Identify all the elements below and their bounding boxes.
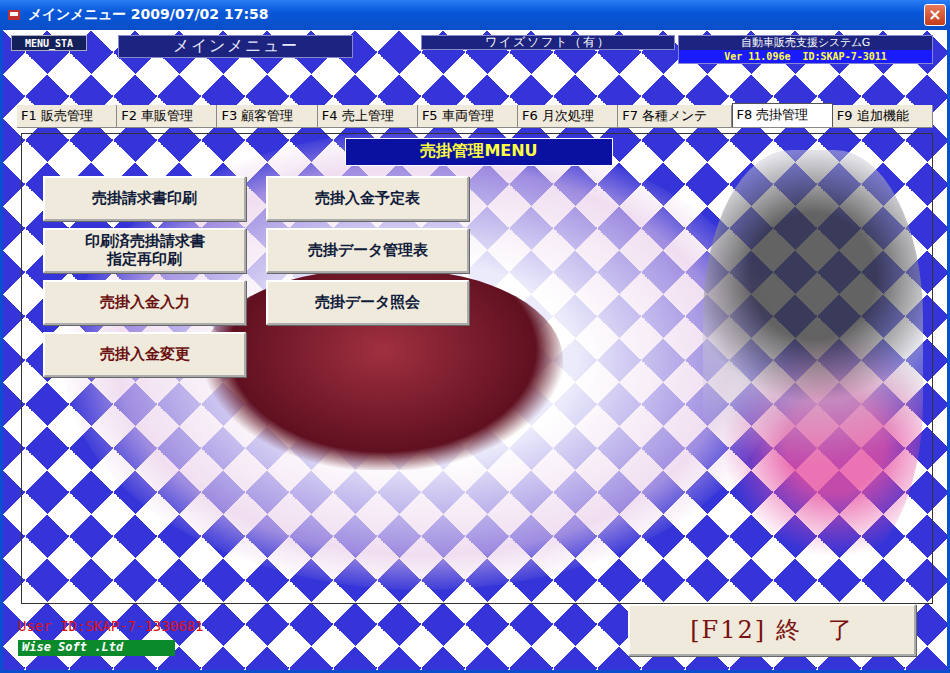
system-name: 自動車販売支援システムG <box>679 36 932 50</box>
menu-button[interactable]: 売掛データ照会 <box>266 280 469 325</box>
header-row: MENU_STAメインメニューワイズソフト（有）自動車販売支援システムGVer … <box>3 30 947 70</box>
main-window: メインメニュー 2009/07/02 17:58 × MENU_STA メインメニュー… <box>0 0 950 673</box>
main-body: MENU_STAメインメニューワイズソフト（有）自動車販売支援システムGVer … <box>3 30 947 670</box>
company-name: ワイズソフト（有） <box>421 35 675 50</box>
app-icon <box>6 7 22 23</box>
title-bar: メインメニュー 2009/07/02 17:58 × <box>0 0 950 30</box>
menu-button[interactable]: 売掛入金入力 <box>43 280 246 325</box>
tab-bar: F1 販売管理F2 車販管理F3 顧客管理F4 売上管理F5 車両管理F6 月次… <box>17 105 933 128</box>
screen-code: MENU_STA <box>11 35 87 51</box>
tab[interactable]: F5 車両管理 <box>418 105 518 127</box>
menu-button[interactable]: 売掛入金予定表 <box>266 176 469 221</box>
system-version: Ver 11.096e ID:SKAP-7-3011 <box>679 50 932 63</box>
menu-column: 売掛請求書印刷印刷済売掛請求書 指定再印刷売掛入金入力売掛入金変更 <box>43 176 246 377</box>
menu-button[interactable]: 売掛請求書印刷 <box>43 176 246 221</box>
close-button[interactable]: × <box>924 4 946 26</box>
menu-button[interactable]: 売掛データ管理表 <box>266 228 469 273</box>
brand-label: Wise Soft .Ltd <box>18 640 175 656</box>
tab[interactable]: F8 売掛管理 <box>732 103 833 127</box>
tab[interactable]: F7 各種メンテ <box>618 105 731 127</box>
system-info: 自動車販売支援システムGVer 11.096e ID:SKAP-7-3011 <box>678 35 933 64</box>
tires-photo <box>703 150 923 570</box>
tab[interactable]: F2 車販管理 <box>117 105 217 127</box>
tab[interactable]: F4 売上管理 <box>318 105 418 127</box>
exit-button[interactable]: [F12] 終 了 <box>628 604 916 656</box>
user-id: User ID:SKAP-7-1330681 <box>18 618 203 634</box>
tab[interactable]: F1 販売管理 <box>17 105 117 127</box>
window-title: メインメニュー 2009/07/02 17:58 <box>28 6 918 24</box>
menu-title: 売掛管理MENU <box>345 138 613 166</box>
tab[interactable]: F6 月次処理 <box>518 105 618 127</box>
menu-button[interactable]: 印刷済売掛請求書 指定再印刷 <box>43 228 246 273</box>
menu-panel: 売掛管理MENU 売掛請求書印刷印刷済売掛請求書 指定再印刷売掛入金入力売掛入金変… <box>21 133 933 604</box>
tab[interactable]: F3 顧客管理 <box>217 105 317 127</box>
tab[interactable]: F9 追加機能 <box>833 105 933 127</box>
footer: User ID:SKAP-7-1330681 Wise Soft .Ltd [F12… <box>3 604 947 670</box>
menu-button[interactable]: 売掛入金変更 <box>43 332 246 377</box>
screen-name: メインメニュー <box>118 35 353 58</box>
menu-column: 売掛入金予定表売掛データ管理表売掛データ照会 <box>266 176 469 377</box>
